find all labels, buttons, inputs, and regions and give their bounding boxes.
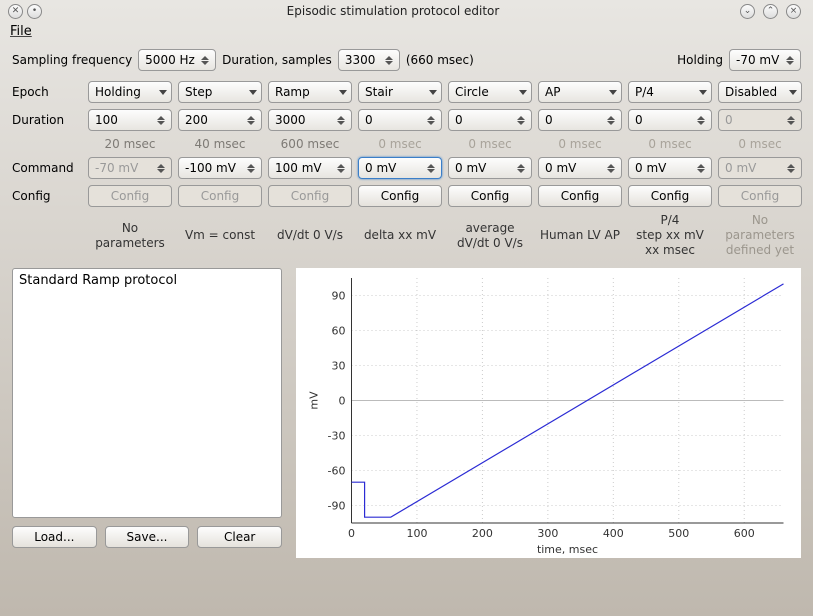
duration-msec-7: 0 msec (718, 137, 802, 151)
holding-label: Holding (677, 53, 723, 67)
config-button-1: Config (178, 185, 262, 207)
svg-text:30: 30 (332, 360, 346, 373)
duration-hint: (660 msec) (406, 53, 474, 67)
config-button-0: Config (88, 185, 172, 207)
duration-spinner-5[interactable]: 0 (538, 109, 622, 131)
epoch-desc-3: delta xx mV (358, 228, 442, 243)
svg-text:400: 400 (603, 527, 624, 540)
svg-text:60: 60 (332, 325, 346, 338)
minimize-icon[interactable]: ⌄ (740, 4, 755, 19)
epoch-dropdown-5[interactable]: AP (538, 81, 622, 103)
sampling-spinner[interactable]: 5000 Hz (138, 49, 216, 71)
duration-msec-3: 0 msec (358, 137, 442, 151)
command-spinner-0: -70 mV (88, 157, 172, 179)
command-spinner-4[interactable]: 0 mV (448, 157, 532, 179)
epoch-dropdown-2[interactable]: Ramp (268, 81, 352, 103)
sampling-value: 5000 Hz (145, 53, 195, 67)
load-button[interactable]: Load... (12, 526, 97, 548)
command-spinner-6[interactable]: 0 mV (628, 157, 712, 179)
duration-spinner-6[interactable]: 0 (628, 109, 712, 131)
menubar: File (0, 22, 813, 41)
protocol-chart: 0 100 200 300 400 500 600 -90 -60 -30 0 30 60 90 time,… (296, 268, 801, 558)
duration-msec-4: 0 msec (448, 137, 532, 151)
chevron-down-icon (201, 61, 209, 65)
duration-samples-label: Duration, samples (222, 53, 332, 67)
app-menu-icon[interactable]: ✕ (8, 4, 23, 19)
menu-file[interactable]: File (10, 24, 32, 39)
titlebar: ✕ • Episodic stimulation protocol editor… (0, 0, 813, 22)
epoch-desc-1: Vm = const (178, 228, 262, 243)
svg-text:300: 300 (537, 527, 558, 540)
svg-text:90: 90 (332, 290, 346, 303)
window-title: Episodic stimulation protocol editor (46, 4, 740, 18)
chevron-up-icon (201, 56, 209, 60)
epoch-dropdown-7[interactable]: Disabled (718, 81, 802, 103)
pin-icon[interactable]: • (27, 4, 42, 19)
close-icon[interactable]: × (786, 4, 801, 19)
epoch-desc-5: Human LV AP (538, 228, 622, 243)
svg-text:mV: mV (308, 391, 321, 410)
save-button[interactable]: Save... (105, 526, 190, 548)
command-spinner-7: 0 mV (718, 157, 802, 179)
duration-msec-5: 0 msec (538, 137, 622, 151)
command-spinner-5[interactable]: 0 mV (538, 157, 622, 179)
duration-msec-0: 20 msec (88, 137, 172, 151)
command-row-label: Command (12, 161, 82, 175)
duration-spinner-1[interactable]: 200 (178, 109, 262, 131)
config-button-4[interactable]: Config (448, 185, 532, 207)
svg-text:0: 0 (339, 395, 346, 408)
svg-text:-90: -90 (328, 500, 346, 513)
svg-text:100: 100 (406, 527, 427, 540)
svg-text:500: 500 (668, 527, 689, 540)
command-spinner-1[interactable]: -100 mV (178, 157, 262, 179)
duration-msec-1: 40 msec (178, 137, 262, 151)
epoch-dropdown-0[interactable]: Holding (88, 81, 172, 103)
epoch-desc-6: P/4step xx mVxx msec (628, 213, 712, 258)
epoch-desc-2: dV/dt 0 V/s (268, 228, 352, 243)
config-button-5[interactable]: Config (538, 185, 622, 207)
config-button-6[interactable]: Config (628, 185, 712, 207)
duration-spinner-2[interactable]: 3000 (268, 109, 352, 131)
epoch-dropdown-4[interactable]: Circle (448, 81, 532, 103)
duration-spinner-3[interactable]: 0 (358, 109, 442, 131)
svg-text:-60: -60 (328, 465, 346, 478)
duration-spinner-4[interactable]: 0 (448, 109, 532, 131)
epoch-desc-4: averagedV/dt 0 V/s (448, 221, 532, 251)
duration-samples-value: 3300 (345, 53, 376, 67)
epoch-desc-7: No parametersdefined yet (718, 213, 802, 258)
config-button-2: Config (268, 185, 352, 207)
epoch-row-label: Epoch (12, 85, 82, 99)
protocol-listbox[interactable]: Standard Ramp protocol (12, 268, 282, 518)
duration-spinner-7: 0 (718, 109, 802, 131)
epoch-dropdown-1[interactable]: Step (178, 81, 262, 103)
svg-text:600: 600 (734, 527, 755, 540)
svg-text:0: 0 (348, 527, 355, 540)
duration-spinner-0[interactable]: 100 (88, 109, 172, 131)
config-button-7: Config (718, 185, 802, 207)
config-row-label: Config (12, 189, 82, 203)
holding-value: -70 mV (736, 53, 779, 67)
epoch-dropdown-3[interactable]: Stair (358, 81, 442, 103)
list-item[interactable]: Standard Ramp protocol (19, 273, 275, 288)
sampling-label: Sampling frequency (12, 53, 132, 67)
duration-msec-2: 600 msec (268, 137, 352, 151)
command-spinner-2[interactable]: 100 mV (268, 157, 352, 179)
svg-text:-30: -30 (328, 430, 346, 443)
epoch-dropdown-6[interactable]: P/4 (628, 81, 712, 103)
duration-samples-spinner[interactable]: 3300 (338, 49, 400, 71)
svg-text:time, msec: time, msec (537, 543, 598, 556)
clear-button[interactable]: Clear (197, 526, 282, 548)
command-spinner-3[interactable]: 0 mV (358, 157, 442, 179)
maximize-icon[interactable]: ⌃ (763, 4, 778, 19)
config-button-3[interactable]: Config (358, 185, 442, 207)
duration-msec-6: 0 msec (628, 137, 712, 151)
epoch-desc-0: No parameters (88, 221, 172, 251)
holding-spinner[interactable]: -70 mV (729, 49, 801, 71)
duration-row-label: Duration (12, 113, 82, 127)
svg-text:200: 200 (472, 527, 493, 540)
